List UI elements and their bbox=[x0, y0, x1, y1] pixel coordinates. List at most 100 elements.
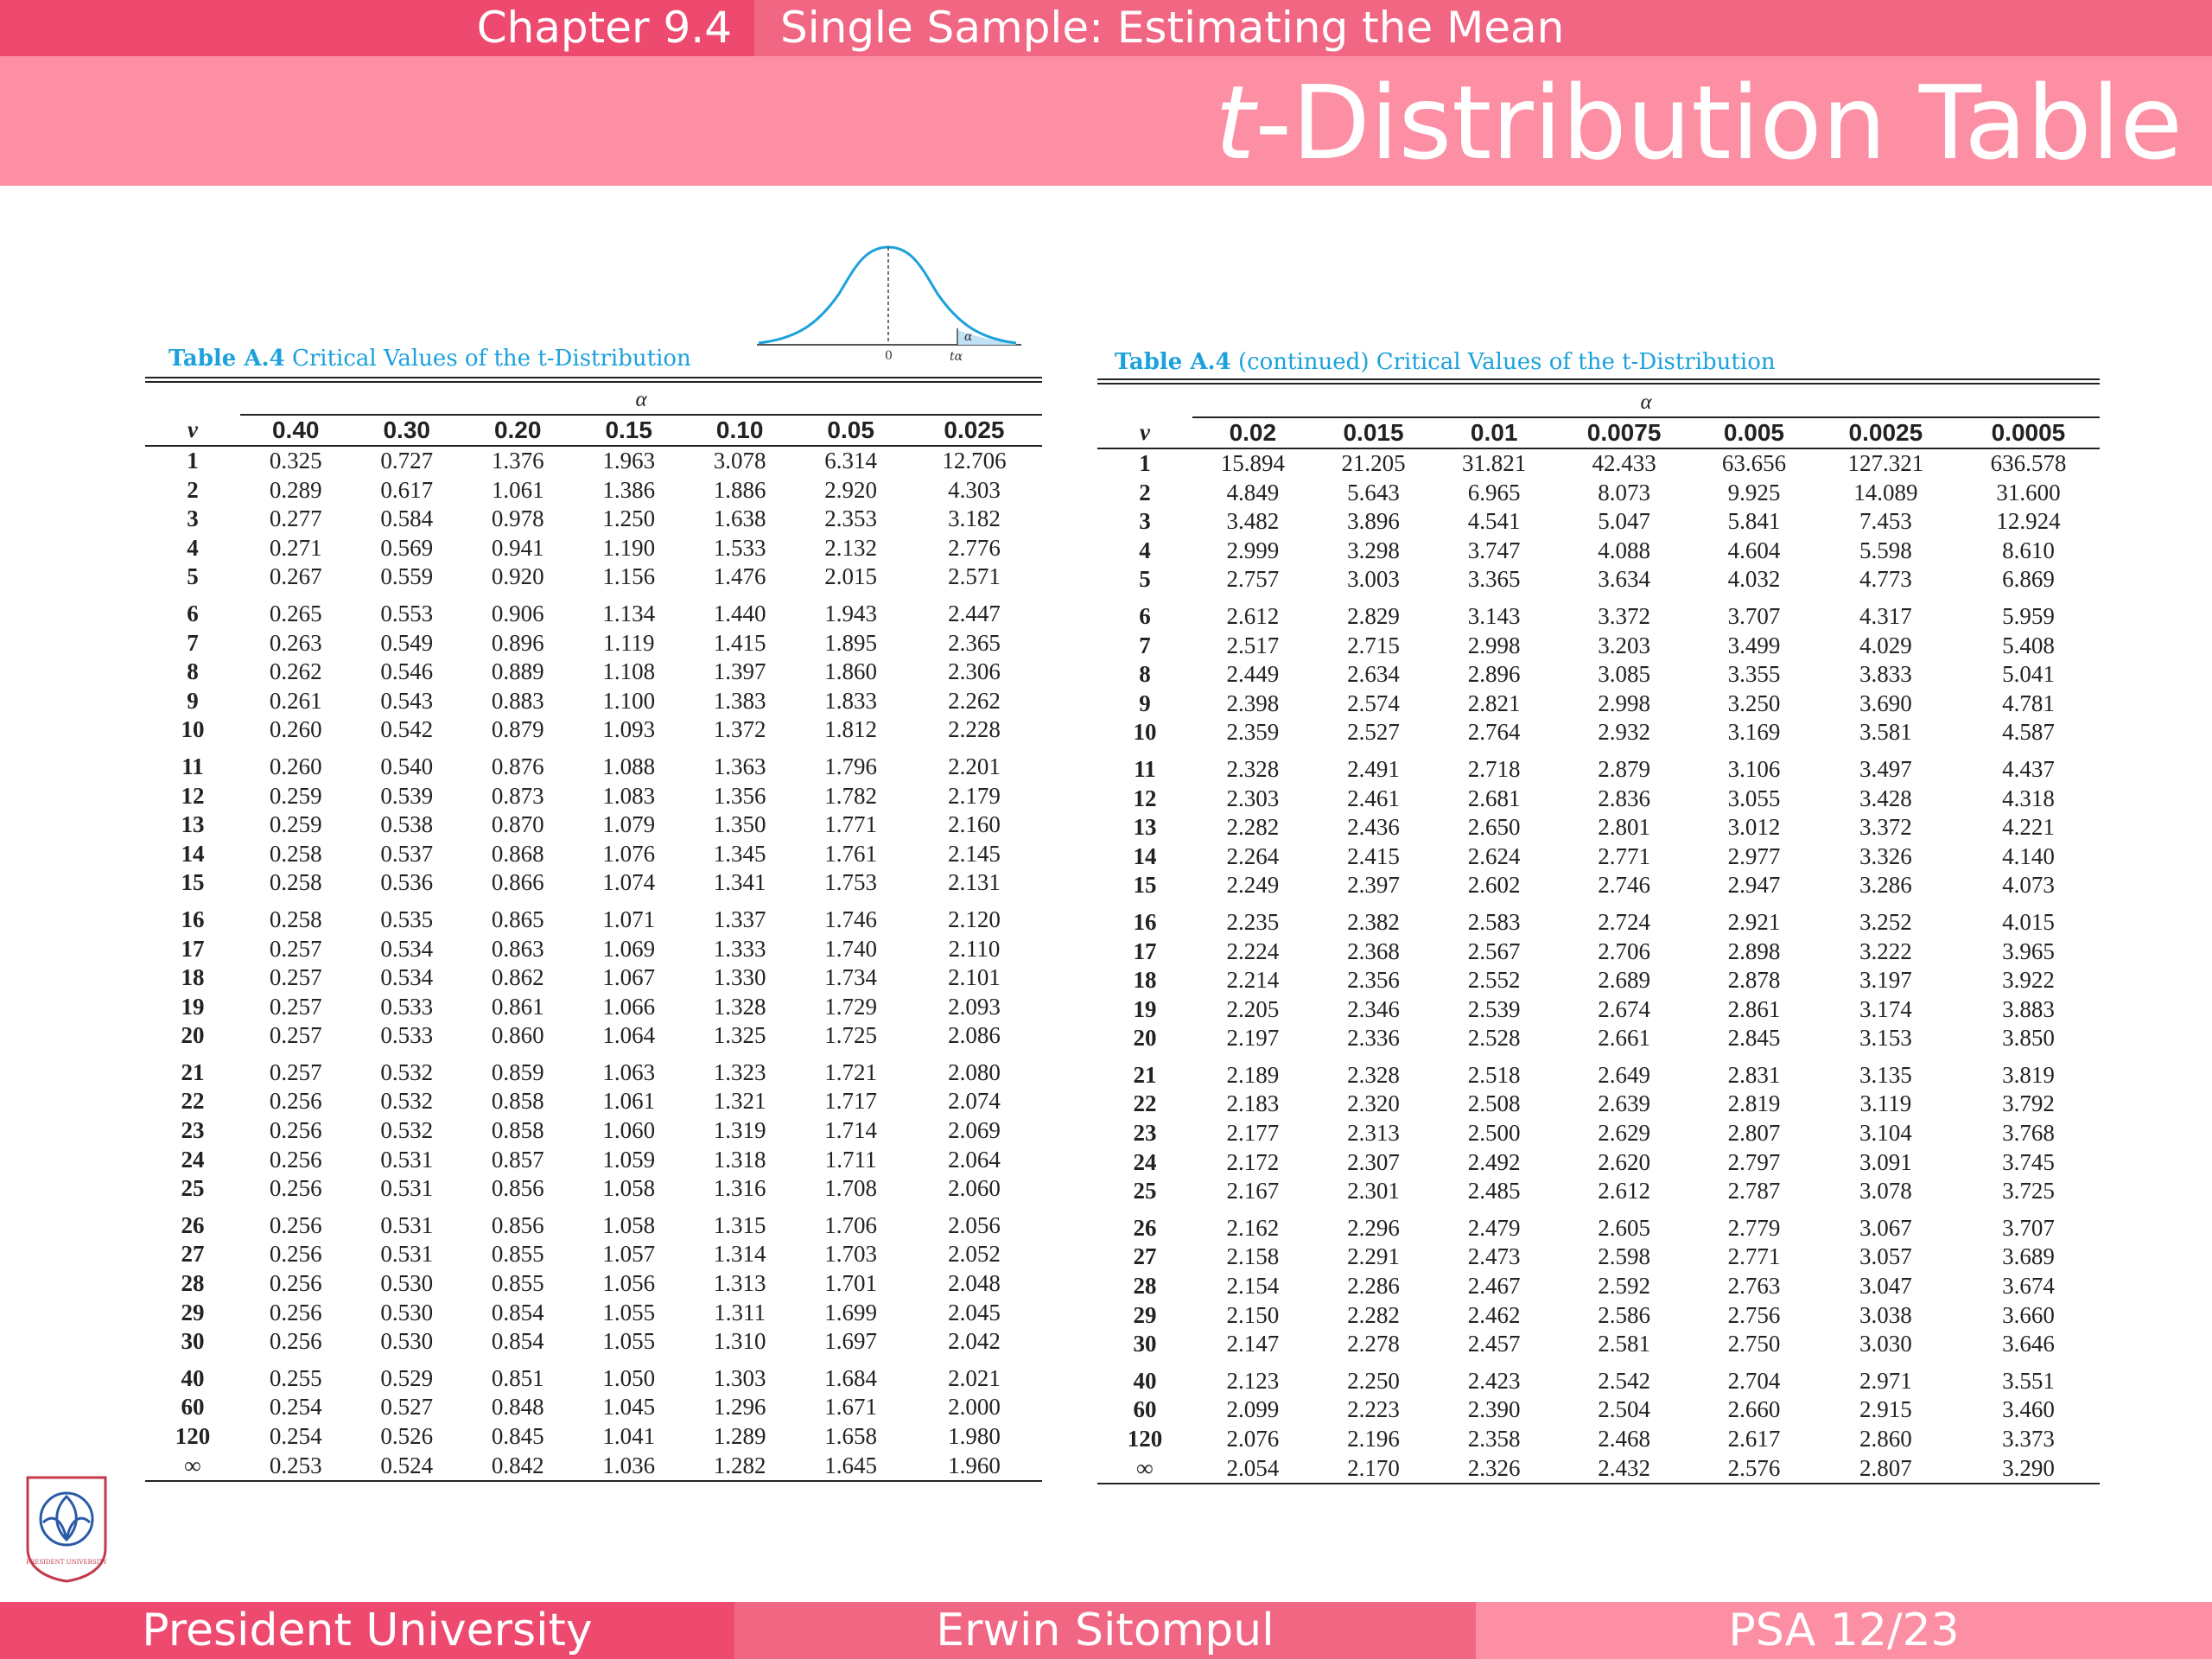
critical-value-cell: 2.602 bbox=[1467, 872, 1521, 899]
critical-value-cell: 2.681 bbox=[1467, 785, 1521, 811]
table-row: 14 2.264 2.415 2.624 2.771 2.977 3.326 4.140 bbox=[1097, 842, 2100, 872]
critical-value-cell: 1.296 bbox=[713, 1394, 766, 1421]
critical-value-cell: 3.373 bbox=[2002, 1426, 2055, 1452]
critical-value-cell: 3.634 bbox=[1598, 566, 1650, 593]
alpha-column-header: 0.0025 bbox=[1814, 416, 1957, 448]
degrees-of-freedom-cell: 18 bbox=[181, 964, 205, 991]
critical-value-cell: 1.328 bbox=[713, 993, 766, 1020]
critical-value-cell: 0.920 bbox=[491, 563, 544, 590]
critical-value-cell: 1.066 bbox=[602, 993, 656, 1020]
degrees-of-freedom-cell: 11 bbox=[1134, 755, 1156, 782]
critical-value-cell: 2.932 bbox=[1598, 719, 1650, 746]
degrees-of-freedom-cell: 10 bbox=[1133, 719, 1157, 746]
critical-value-cell: 0.854 bbox=[491, 1328, 544, 1355]
critical-value-cell: 3.745 bbox=[2002, 1148, 2055, 1175]
degrees-of-freedom-cell: 16 bbox=[1133, 908, 1157, 935]
critical-value-cell: 0.859 bbox=[491, 1058, 544, 1085]
critical-value-cell: 2.064 bbox=[948, 1146, 1001, 1173]
critical-value-cell: 1.714 bbox=[824, 1117, 878, 1144]
critical-value-cell: 1.100 bbox=[602, 687, 656, 714]
critical-value-cell: 3.707 bbox=[1727, 602, 1781, 629]
table-row: 2 4.849 5.643 6.965 8.073 9.925 14.089 31.600 bbox=[1097, 479, 2100, 508]
table-row: 23 2.177 2.313 2.500 2.629 2.807 3.104 3.768 bbox=[1097, 1119, 2100, 1148]
table-row: 28 0.256 0.530 0.855 1.056 1.313 1.701 2.048 bbox=[145, 1269, 1042, 1299]
critical-value-cell: 5.841 bbox=[1727, 508, 1781, 535]
degrees-of-freedom-cell: 11 bbox=[181, 753, 204, 779]
critical-value-cell: 5.047 bbox=[1598, 508, 1650, 535]
critical-value-cell: 3.499 bbox=[1727, 632, 1781, 658]
critical-value-cell: 2.504 bbox=[1598, 1396, 1650, 1423]
critical-value-cell: 2.468 bbox=[1598, 1426, 1650, 1452]
zero-label: 0 bbox=[885, 349, 893, 363]
degrees-of-freedom-cell: 19 bbox=[1133, 995, 1157, 1022]
critical-value-cell: 2.552 bbox=[1467, 967, 1521, 994]
table-row: 19 2.205 2.346 2.539 2.674 2.861 3.174 3.883 bbox=[1097, 995, 2100, 1025]
critical-value-cell: 3.551 bbox=[2002, 1367, 2055, 1394]
critical-value-cell: 2.517 bbox=[1226, 632, 1280, 658]
table-row: 15 2.249 2.397 2.602 2.746 2.947 3.286 4.073 bbox=[1097, 871, 2100, 900]
critical-value-cell: 3.674 bbox=[2002, 1273, 2055, 1300]
critical-value-cell: 3.850 bbox=[2002, 1025, 2055, 1052]
degrees-of-freedom-cell: 25 bbox=[1133, 1178, 1157, 1205]
critical-value-cell: 2.196 bbox=[1347, 1426, 1400, 1452]
critical-value-cell: 0.858 bbox=[491, 1117, 544, 1144]
critical-value-cell: 0.267 bbox=[269, 563, 322, 590]
critical-value-cell: 0.258 bbox=[269, 869, 322, 896]
table1-caption: Table A.4 Critical Values of the t-Distr… bbox=[168, 346, 691, 372]
critical-value-cell: 1.056 bbox=[602, 1270, 656, 1297]
critical-value-cell: 1.697 bbox=[824, 1328, 878, 1355]
slide-title-variable: t bbox=[1215, 63, 1255, 182]
critical-value-cell: 0.533 bbox=[380, 1022, 434, 1049]
critical-value-cell: 0.262 bbox=[269, 658, 322, 685]
critical-value-cell: 1.333 bbox=[713, 935, 766, 962]
table-row: 9 0.261 0.543 0.883 1.100 1.383 1.833 2.262 bbox=[145, 687, 1042, 716]
critical-value-cell: 2.661 bbox=[1598, 1025, 1650, 1052]
critical-value-cell: 3.106 bbox=[1727, 755, 1781, 782]
critical-value-cell: 2.500 bbox=[1467, 1120, 1521, 1147]
critical-value-cell: 2.172 bbox=[1226, 1148, 1280, 1175]
critical-value-cell: 2.060 bbox=[948, 1175, 1001, 1202]
critical-value-cell: 0.863 bbox=[491, 935, 544, 962]
footer: President University Erwin Sitompul PSA … bbox=[0, 1602, 2212, 1659]
critical-value-cell: 4.088 bbox=[1598, 537, 1650, 563]
critical-value-cell: 0.845 bbox=[491, 1423, 544, 1449]
critical-value-cell: 1.812 bbox=[824, 716, 878, 743]
critical-value-cell: 127.321 bbox=[1847, 450, 1924, 476]
critical-value-cell: 0.254 bbox=[269, 1394, 322, 1421]
critical-value-cell: 3.055 bbox=[1727, 785, 1781, 811]
critical-value-cell: 0.856 bbox=[491, 1211, 544, 1238]
critical-value-cell: 1.706 bbox=[824, 1211, 878, 1238]
critical-value-cell: 0.848 bbox=[491, 1394, 544, 1421]
critical-value-cell: 2.756 bbox=[1727, 1301, 1781, 1328]
critical-value-cell: 8.073 bbox=[1598, 479, 1650, 505]
critical-value-cell: 2.045 bbox=[948, 1299, 1001, 1325]
critical-value-cell: 2.829 bbox=[1347, 602, 1400, 629]
critical-value-cell: 1.036 bbox=[602, 1452, 656, 1478]
degrees-of-freedom-cell: 30 bbox=[181, 1328, 205, 1355]
critical-value-cell: 2.368 bbox=[1347, 938, 1400, 964]
critical-value-cell: 3.497 bbox=[1859, 755, 1912, 782]
critical-value-cell: 2.183 bbox=[1226, 1090, 1280, 1117]
table-row: ∞ 2.054 2.170 2.326 2.432 2.576 2.807 3.290 bbox=[1097, 1454, 2100, 1484]
critical-value-cell: 2.359 bbox=[1226, 719, 1280, 746]
critical-value-cell: 2.415 bbox=[1347, 842, 1400, 869]
critical-value-cell: 4.029 bbox=[1859, 632, 1912, 658]
critical-value-cell: 0.526 bbox=[380, 1423, 434, 1449]
critical-value-cell: 2.326 bbox=[1467, 1454, 1521, 1481]
degrees-of-freedom-cell: 9 bbox=[1139, 690, 1151, 716]
critical-value-cell: 4.849 bbox=[1226, 479, 1280, 505]
table-row: 21 2.189 2.328 2.518 2.649 2.831 3.135 3.819 bbox=[1097, 1053, 2100, 1090]
degrees-of-freedom-cell: 120 bbox=[1127, 1426, 1163, 1452]
critical-value-cell: 1.350 bbox=[713, 811, 766, 838]
alpha-column-header: 0.30 bbox=[351, 414, 462, 446]
critical-value-cell: 1.061 bbox=[491, 476, 544, 503]
table-row: 21 0.257 0.532 0.859 1.063 1.323 1.721 2.080 bbox=[145, 1051, 1042, 1088]
degrees-of-freedom-cell: 29 bbox=[1133, 1301, 1157, 1328]
degrees-of-freedom-cell: 20 bbox=[181, 1022, 205, 1049]
critical-value-cell: 1.356 bbox=[713, 782, 766, 809]
degrees-of-freedom-cell: 28 bbox=[1133, 1273, 1157, 1300]
critical-value-cell: 3.355 bbox=[1727, 661, 1781, 688]
critical-value-cell: 0.876 bbox=[491, 753, 544, 779]
critical-value-cell: 0.896 bbox=[491, 629, 544, 656]
critical-value-cell: 1.321 bbox=[713, 1088, 766, 1115]
